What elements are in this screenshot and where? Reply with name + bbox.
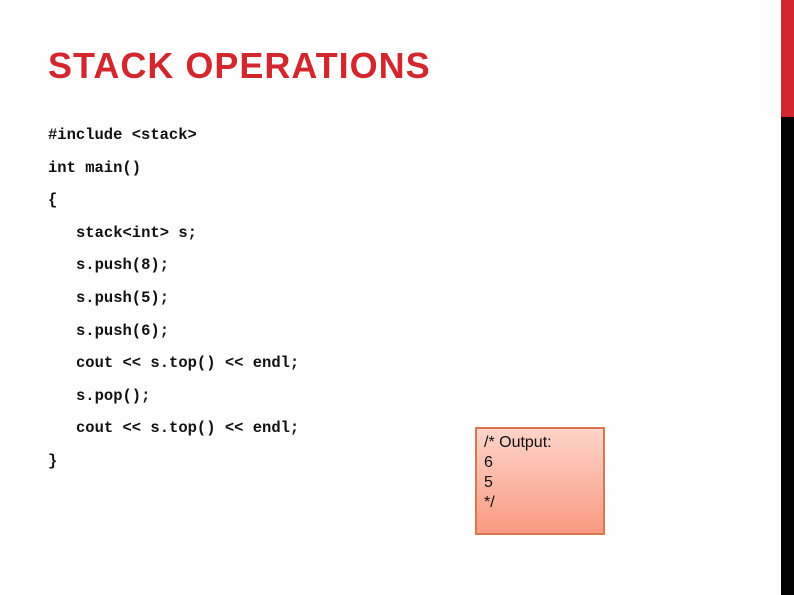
output-line: /* Output: [484, 434, 552, 451]
output-box: /* Output: 6 5 */ [475, 427, 605, 535]
code-line: } [48, 451, 58, 470]
output-line: 5 [484, 474, 493, 491]
code-line: cout << s.top() << endl; [76, 419, 300, 438]
slide-title: STACK OPERATIONS [48, 45, 431, 86]
code-line: stack<int> s; [76, 223, 197, 242]
code-line: { [48, 191, 58, 210]
code-line: int main() [48, 158, 142, 177]
code-line: cout << s.top() << endl; [76, 354, 300, 373]
code-line: s.push(8); [76, 256, 170, 275]
code-line: #include <stack> [48, 126, 197, 144]
side-bar [781, 117, 794, 595]
slide: STACK OPERATIONS #include <stack> int ma… [0, 0, 794, 595]
code-line: s.push(5); [76, 288, 170, 307]
code-line: s.push(6); [76, 321, 170, 340]
code-line: s.pop(); [76, 386, 151, 405]
code-block: #include <stack> int main() { stack<int>… [48, 122, 299, 481]
output-line: 6 [484, 454, 493, 471]
accent-bar [781, 0, 794, 117]
output-line: */ [484, 494, 495, 511]
